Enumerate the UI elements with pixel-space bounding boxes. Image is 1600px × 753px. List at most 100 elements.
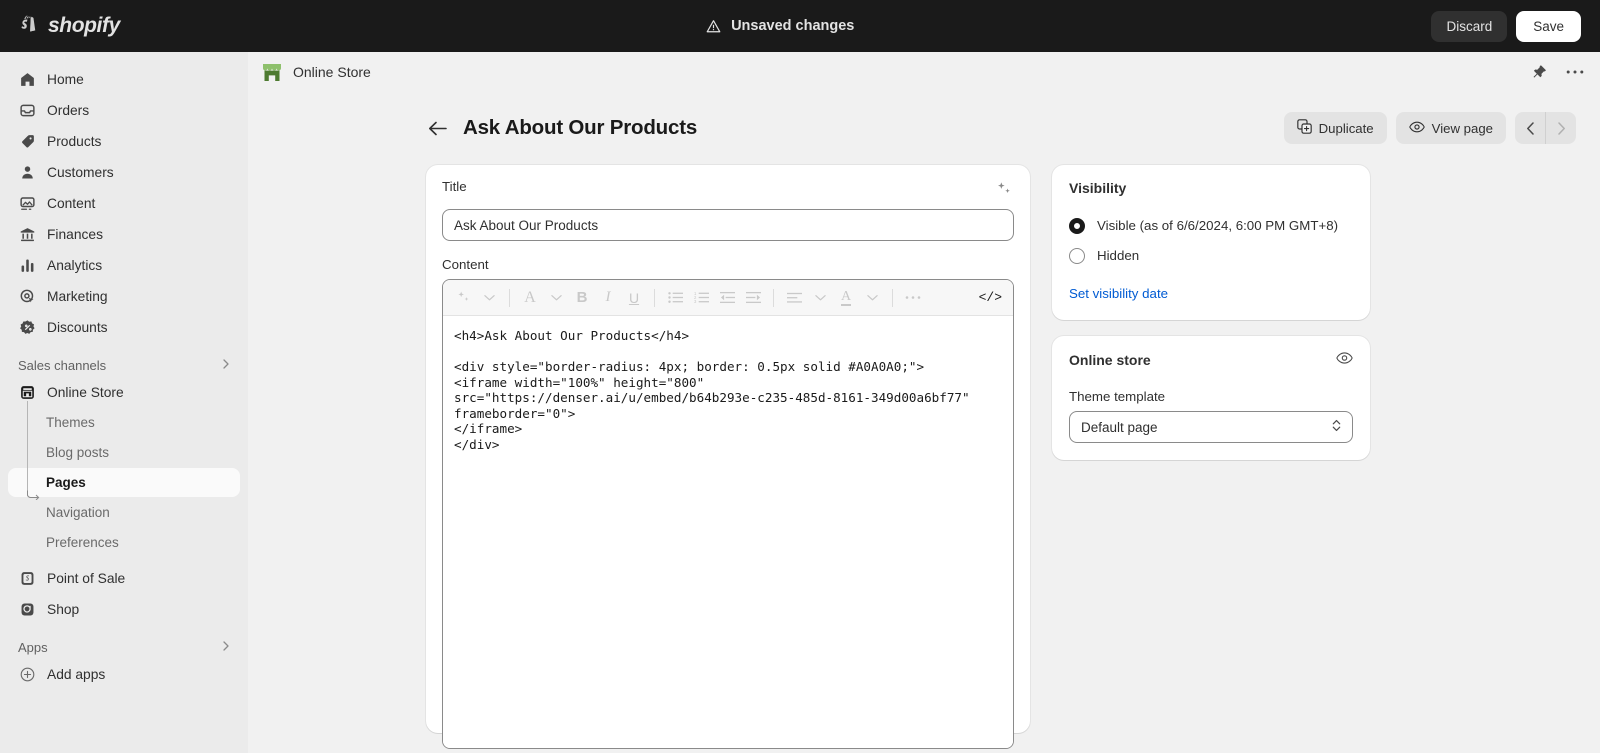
sidebar-section-sales-channels[interactable]: Sales channels <box>18 358 232 373</box>
text-color-dropdown-button[interactable] <box>860 285 884 311</box>
discard-button[interactable]: Discard <box>1431 11 1507 42</box>
magic-generate-button[interactable] <box>994 179 1014 202</box>
ai-dropdown-button[interactable] <box>477 285 501 311</box>
title-field-header: Title <box>442 179 1014 202</box>
visibility-title: Visibility <box>1069 180 1126 196</box>
unsaved-changes-label: Unsaved changes <box>731 18 854 34</box>
sidebar-label: Online Store <box>47 385 124 400</box>
sidebar-section-apps[interactable]: Apps <box>18 640 232 655</box>
code-view-toggle-button[interactable]: </> <box>976 285 1005 311</box>
sidebar-item-themes[interactable]: Themes <box>8 408 240 437</box>
italic-button[interactable]: I <box>596 285 620 311</box>
sidebar-item-discounts[interactable]: Discounts <box>8 312 240 342</box>
previous-page-button[interactable] <box>1515 112 1545 144</box>
numbered-list-button[interactable]: 123 <box>689 285 713 311</box>
text-color-button[interactable]: A <box>834 285 858 311</box>
font-A-icon: A <box>524 289 536 307</box>
title-input[interactable] <box>442 209 1014 241</box>
sidebar-item-orders[interactable]: Orders <box>8 95 240 125</box>
duplicate-label: Duplicate <box>1319 121 1374 136</box>
finances-bank-icon <box>18 225 36 243</box>
next-page-button[interactable] <box>1546 112 1576 144</box>
sidebar-item-finances[interactable]: Finances <box>8 219 240 249</box>
sidebar-item-point-of-sale[interactable]: $ Point of Sale <box>8 563 240 593</box>
back-button[interactable] <box>426 117 448 139</box>
view-page-label: View page <box>1432 121 1493 136</box>
sidebar-label: Navigation <box>46 505 110 520</box>
sidebar-item-customers[interactable]: Customers <box>8 157 240 187</box>
radio-hidden[interactable] <box>1069 248 1085 264</box>
sidebar-label: Orders <box>47 103 89 118</box>
tree-connector <box>27 401 28 496</box>
sidebar-item-products[interactable]: Products <box>8 126 240 156</box>
numbered-list-icon: 123 <box>694 291 709 304</box>
ai-magic-button[interactable] <box>451 285 475 311</box>
chevron-right-icon[interactable] <box>220 358 232 373</box>
app-tab-online-store[interactable]: Online Store <box>262 63 371 82</box>
view-page-button[interactable]: View page <box>1396 112 1506 144</box>
chevron-left-icon <box>1526 122 1535 135</box>
pos-icon: $ <box>18 569 36 587</box>
chevron-right-icon[interactable] <box>220 640 232 655</box>
sidebar-label: Analytics <box>47 258 102 273</box>
orders-icon <box>18 101 36 119</box>
save-button[interactable]: Save <box>1516 11 1581 42</box>
italic-icon: I <box>606 289 611 306</box>
outdent-button[interactable] <box>715 285 739 311</box>
align-button[interactable] <box>782 285 806 311</box>
sidebar-item-preferences[interactable]: Preferences <box>8 528 240 557</box>
duplicate-icon <box>1297 119 1312 137</box>
sidebar-item-add-apps[interactable]: Add apps <box>8 659 240 689</box>
more-options-button[interactable] <box>901 285 925 311</box>
sidebar: Home Orders Products Customers Content F… <box>0 52 248 753</box>
underline-icon: U <box>629 290 639 306</box>
side-column: Visibility Visible (as of 6/6/2024, 6:00… <box>1052 165 1370 733</box>
svg-text:3: 3 <box>694 299 697 304</box>
sidebar-item-marketing[interactable]: Marketing <box>8 281 240 311</box>
sidebar-label: Products <box>47 134 101 149</box>
eye-icon <box>1409 120 1425 137</box>
toolbar-divider <box>892 289 893 307</box>
sidebar-item-blog-posts[interactable]: Blog posts <box>8 438 240 467</box>
app-header: Online Store <box>248 52 1600 92</box>
set-visibility-date-link[interactable]: Set visibility date <box>1069 286 1168 301</box>
sidebar-item-home[interactable]: Home <box>8 64 240 94</box>
visibility-option-hidden[interactable]: Hidden <box>1069 246 1353 266</box>
online-store-title: Online store <box>1069 352 1151 368</box>
eye-icon[interactable] <box>1336 351 1353 369</box>
sidebar-item-navigation[interactable]: Navigation <box>8 498 240 527</box>
indent-button[interactable] <box>741 285 765 311</box>
bulleted-list-button[interactable] <box>663 285 687 311</box>
sidebar-item-shop[interactable]: Shop <box>8 594 240 624</box>
sidebar-item-online-store[interactable]: Online Store <box>8 377 240 407</box>
section-label: Sales channels <box>18 358 106 373</box>
home-icon <box>18 70 36 88</box>
visibility-option-visible[interactable]: Visible (as of 6/6/2024, 6:00 PM GMT+8) <box>1069 216 1353 236</box>
svg-text:$: $ <box>25 575 29 582</box>
content-code-area[interactable]: <h4>Ask About Our Products</h4> <div sty… <box>443 316 1013 748</box>
page-navigation-group <box>1515 112 1576 144</box>
radio-visible[interactable] <box>1069 218 1085 234</box>
text-color-A-icon: A <box>841 290 851 306</box>
page-editor-card: Title Content <box>426 165 1030 733</box>
sidebar-item-pages[interactable]: Pages <box>8 468 240 497</box>
text-style-button[interactable]: A <box>518 285 542 311</box>
bold-button[interactable]: B <box>570 285 594 311</box>
text-style-dropdown-button[interactable] <box>544 285 568 311</box>
visibility-card-header: Visibility <box>1069 180 1353 196</box>
align-dropdown-button[interactable] <box>808 285 832 311</box>
editor-toolbar: A B I U <box>443 280 1013 316</box>
shopify-logo-icon <box>18 14 40 38</box>
app-tab-label: Online Store <box>293 64 371 80</box>
pin-icon[interactable] <box>1531 64 1548 81</box>
sidebar-item-analytics[interactable]: Analytics <box>8 250 240 280</box>
sidebar-item-content[interactable]: Content <box>8 188 240 218</box>
indent-icon <box>746 291 761 304</box>
content-icon <box>18 194 36 212</box>
toolbar-divider <box>509 289 510 307</box>
shop-icon <box>18 600 36 618</box>
ellipsis-icon[interactable] <box>1566 69 1584 75</box>
theme-template-select[interactable]: Default page <box>1069 411 1353 443</box>
duplicate-button[interactable]: Duplicate <box>1284 112 1387 144</box>
underline-button[interactable]: U <box>622 285 646 311</box>
